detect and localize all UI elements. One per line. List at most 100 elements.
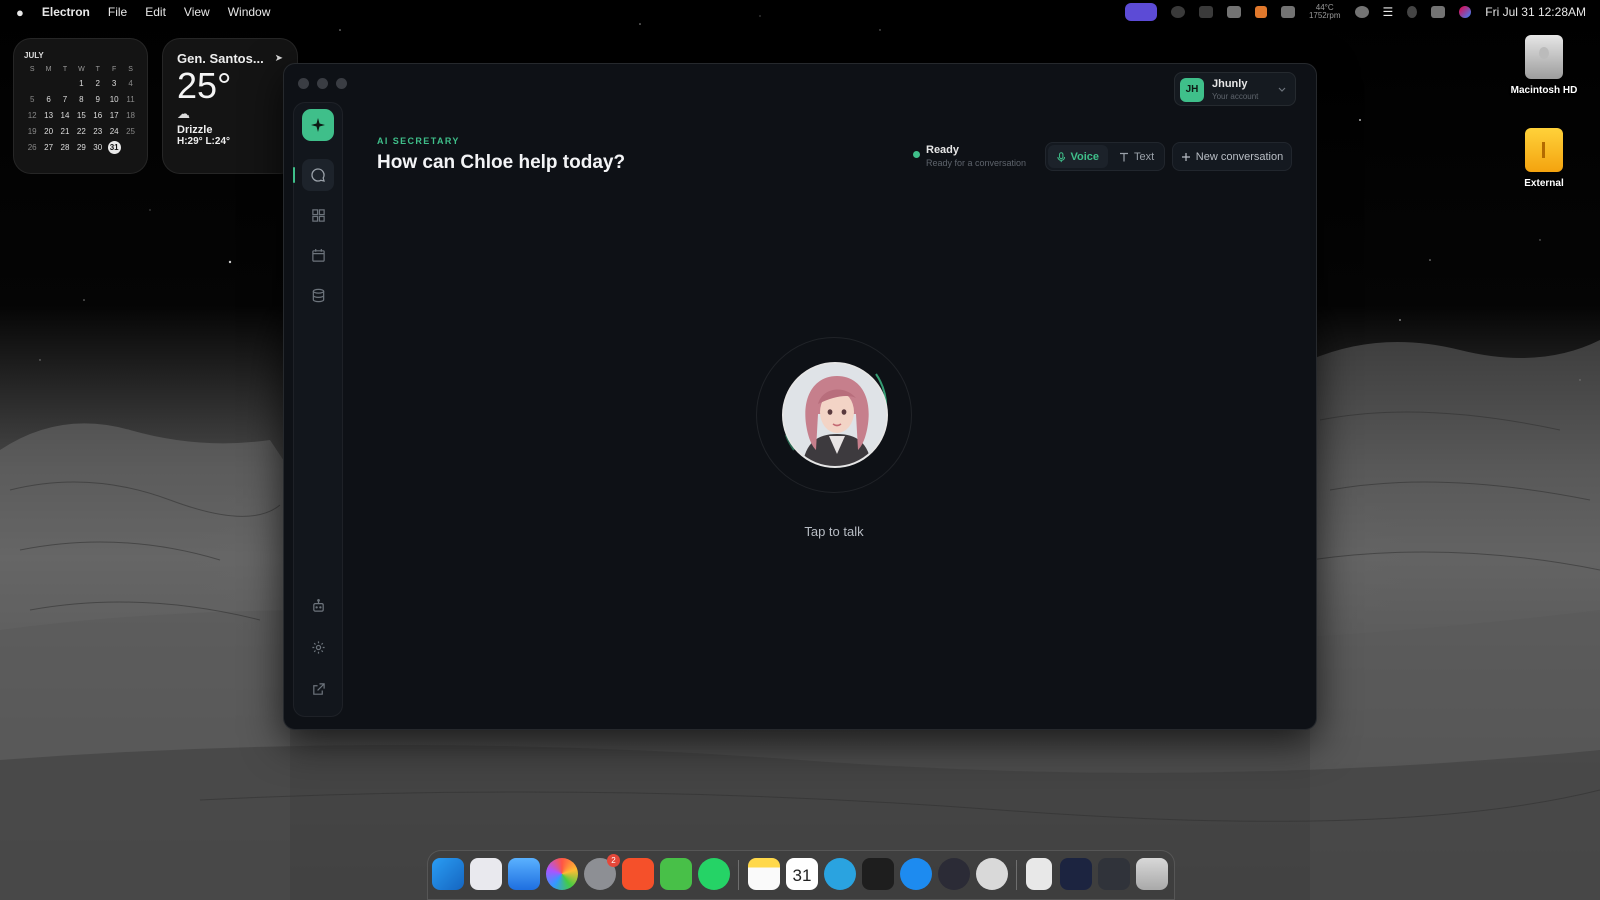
minimize-window-button[interactable] [317, 78, 328, 89]
control-center-icon[interactable] [1431, 6, 1446, 18]
day: 15 [76, 110, 86, 120]
screenshot-icon[interactable] [1060, 858, 1092, 890]
text-mode-button[interactable]: Text [1110, 145, 1164, 168]
day: 11 [126, 94, 135, 104]
app-logo[interactable] [302, 109, 334, 141]
menu-bar: ● Electron File Edit View Window 44°C 17… [0, 0, 1600, 24]
tap-to-talk-label: Tap to talk [804, 524, 864, 539]
cloud-icon[interactable] [1226, 6, 1241, 18]
proxyman-icon[interactable] [900, 858, 932, 890]
weather-widget[interactable]: Gen. Santos... ➤ 25° ☁ Drizzle H:29° L:2… [162, 38, 298, 174]
new-conversation-button[interactable]: New conversation [1172, 142, 1292, 171]
trash-icon[interactable] [1136, 858, 1168, 890]
zoom-window-button[interactable] [336, 78, 347, 89]
external-drive-icon [1525, 128, 1563, 172]
chip-icon[interactable] [1280, 6, 1295, 18]
desktop-icon-macintosh-hd[interactable]: Macintosh HD [1489, 35, 1599, 96]
status-circle-icon[interactable] [1170, 6, 1185, 18]
day: 29 [76, 142, 86, 152]
chatgpt-icon[interactable] [976, 858, 1008, 890]
brave-icon[interactable] [622, 858, 654, 890]
window-controls [298, 78, 347, 89]
day: 9 [95, 94, 100, 104]
status-dot [913, 151, 920, 158]
sidebar-item-settings[interactable] [302, 631, 334, 663]
siri-icon[interactable] [1459, 6, 1472, 18]
menu-view[interactable]: View [184, 5, 210, 19]
sidebar-item-bot[interactable] [302, 589, 334, 621]
sidebar-item-chat[interactable] [302, 159, 334, 191]
weekday: W [78, 65, 85, 73]
menu-file[interactable]: File [108, 5, 127, 19]
figma-icon[interactable] [862, 858, 894, 890]
apple-menu-icon[interactable]: ● [16, 5, 24, 20]
page-title: How can Chloe help today? [377, 152, 626, 173]
voice-mode-button[interactable]: Voice [1048, 145, 1108, 168]
menu-window[interactable]: Window [228, 5, 271, 19]
whatsapp-icon[interactable] [698, 858, 730, 890]
calendar-widget[interactable]: JULY S M T W T F S 1 2 3 4 5 6 7 8 9 10 … [13, 38, 148, 174]
calendar-app-icon[interactable]: 31 [786, 858, 818, 890]
calendar-icon [311, 248, 325, 262]
voice-mode-label: Voice [1070, 150, 1099, 163]
notes-icon[interactable] [748, 858, 780, 890]
day: 17 [109, 110, 119, 120]
photos-icon[interactable] [546, 858, 578, 890]
sidebar-item-database[interactable] [302, 279, 334, 311]
desktop-icon-external[interactable]: External [1489, 128, 1599, 189]
wifi-icon[interactable]: ☰ [1383, 5, 1394, 19]
launchpad-icon[interactable] [470, 858, 502, 890]
today-marker: 31 [107, 140, 121, 154]
day: 24 [109, 126, 119, 136]
weather-temperature: 25° [177, 65, 232, 106]
sidebar-item-dashboard[interactable] [302, 199, 334, 231]
weekday: T [62, 65, 68, 73]
app-menu[interactable]: Electron [42, 5, 90, 19]
database-icon [312, 288, 324, 302]
day: 19 [27, 126, 37, 136]
mail-icon[interactable] [508, 858, 540, 890]
streaks-icon[interactable] [660, 858, 692, 890]
search-icon[interactable] [1407, 6, 1418, 18]
desktop-icon-label: External [1524, 178, 1564, 189]
clock[interactable]: Fri Jul 31 12:28AM [1485, 5, 1586, 19]
document-icon[interactable] [1026, 858, 1052, 890]
play-icon[interactable] [1354, 6, 1369, 18]
extension-icon[interactable] [1254, 6, 1267, 18]
app-window: JH Jhunly Your account AI SECRETARY How … [283, 63, 1317, 730]
microphone-icon [1057, 151, 1066, 162]
menu-edit[interactable]: Edit [145, 5, 166, 19]
day: 13 [44, 110, 54, 120]
sparkle-icon [311, 118, 325, 132]
day: 1 [79, 78, 84, 88]
active-indicator [293, 167, 295, 183]
assistant-avatar-button[interactable] [782, 362, 888, 468]
today: 31 [106, 139, 122, 155]
settings-icon [311, 640, 325, 654]
sidebar-item-calendar[interactable] [302, 239, 334, 271]
dock-separator [1016, 860, 1017, 890]
system-monitor[interactable]: 44°C 1752rpm [1309, 4, 1341, 20]
day [24, 75, 40, 91]
account-menu[interactable]: JH Jhunly Your account [1174, 72, 1296, 106]
weather-city: Gen. Santos... [177, 51, 264, 66]
weekday: T [95, 65, 100, 73]
day: 26 [27, 142, 37, 152]
day: 6 [46, 94, 51, 104]
page-eyebrow: AI SECRETARY [377, 136, 460, 146]
tool-icon[interactable] [1198, 6, 1213, 18]
chat-icon [311, 168, 325, 182]
close-window-button[interactable] [298, 78, 309, 89]
finder-icon[interactable] [432, 858, 464, 890]
day: 30 [93, 142, 103, 152]
obs-icon[interactable] [938, 858, 970, 890]
account-name: Jhunly [1212, 78, 1248, 90]
day: 10 [109, 94, 119, 104]
telegram-icon[interactable] [824, 858, 856, 890]
system-settings-icon[interactable]: 2 [584, 854, 620, 890]
weekday: S [29, 65, 35, 73]
screen-share-icon[interactable] [1124, 3, 1157, 21]
sidebar-item-open-external[interactable] [302, 673, 334, 705]
app-windows-icon[interactable] [1098, 858, 1130, 890]
status-subtitle: Ready for a conversation [926, 158, 1027, 168]
